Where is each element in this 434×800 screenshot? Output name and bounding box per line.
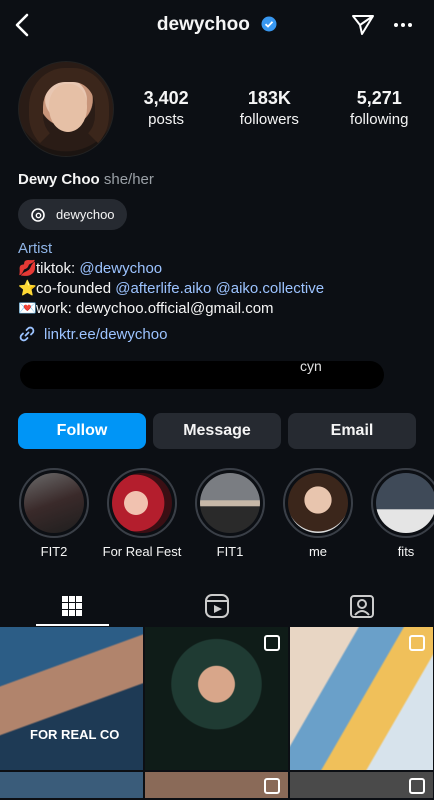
bio-text: tiktok:	[36, 260, 80, 277]
posts-count: 3,402	[143, 88, 189, 108]
post-tile[interactable]	[0, 772, 143, 798]
send-message-icon[interactable]	[350, 12, 376, 38]
bio-line-cofounded: ⭐co-founded @afterlife.aiko @aiko.collec…	[18, 279, 324, 299]
threads-link-button[interactable]: dewychoo	[18, 199, 127, 230]
carousel-icon	[409, 635, 425, 651]
post-tile[interactable]	[145, 772, 288, 798]
post-tile[interactable]	[145, 627, 288, 770]
profile-category: Artist	[18, 240, 53, 257]
followers-label: followers	[239, 111, 299, 128]
external-link[interactable]: linktr.ee/dewychoo	[18, 325, 167, 343]
story-highlights: FIT2 For Real Fest FIT1 me fits	[10, 468, 434, 559]
bio-line-work: 💌work: dewychoo.official@gmail.com	[18, 299, 324, 319]
post-tile[interactable]	[290, 627, 433, 770]
followers-stat[interactable]: 183K followers	[240, 88, 299, 128]
highlight-label: FIT1	[216, 544, 244, 559]
posts-label: posts	[148, 111, 185, 128]
highlight-me[interactable]: me	[274, 468, 362, 559]
lips-emoji-icon: 💋	[18, 260, 37, 277]
tab-tagged[interactable]	[289, 586, 434, 626]
tab-posts-grid[interactable]	[0, 586, 145, 626]
carousel-icon	[264, 778, 280, 794]
love-letter-emoji-icon: 💌	[18, 300, 37, 317]
following-label: following	[350, 111, 409, 128]
highlight-label: FIT2	[40, 544, 68, 559]
message-button[interactable]: Message	[153, 413, 281, 449]
tagged-person-icon	[349, 595, 374, 618]
highlight-label: For Real Fest	[102, 544, 182, 559]
posts-grid: FOR REAL CO	[0, 627, 434, 798]
highlight-fits[interactable]: fits	[362, 468, 434, 559]
followed-by-fragment: cyn	[300, 358, 322, 374]
profile-tabs	[0, 586, 434, 626]
highlight-fit2[interactable]: FIT2	[10, 468, 98, 559]
carousel-icon	[264, 635, 280, 651]
bio-text: work: dewychoo.official@gmail.com	[36, 300, 274, 317]
highlight-label: me	[308, 544, 328, 559]
redacted-followed-by	[20, 361, 384, 389]
top-bar: dewychoo	[0, 0, 434, 52]
following-count: 5,271	[356, 88, 402, 108]
cofounded-mentions-link[interactable]: @afterlife.aiko @aiko.collective	[115, 280, 324, 297]
reels-icon	[205, 594, 229, 618]
email-button[interactable]: Email	[288, 413, 416, 449]
bio-text: co-founded	[36, 280, 116, 297]
profile-bio: Artist 💋tiktok: @dewychoo ⭐co-founded @a…	[18, 239, 324, 319]
tab-reels[interactable]	[145, 586, 290, 626]
threads-icon	[31, 207, 45, 222]
highlight-for-real-fest[interactable]: For Real Fest	[98, 468, 186, 559]
carousel-icon	[409, 778, 425, 794]
username-title: dewychoo	[156, 14, 250, 35]
follow-button[interactable]: Follow	[18, 413, 146, 449]
profile-name-line: Dewy Choo she/her	[18, 171, 154, 188]
highlight-label: fits	[397, 544, 415, 559]
verified-badge-icon	[261, 16, 277, 32]
post-overlay-text: FOR REAL CO	[30, 727, 120, 742]
post-tile[interactable]	[290, 772, 433, 798]
profile-avatar[interactable]	[18, 61, 114, 157]
threads-handle: dewychoo	[56, 207, 115, 222]
following-stat[interactable]: 5,271 following	[350, 88, 408, 128]
star-emoji-icon: ⭐	[18, 280, 37, 297]
bio-line-tiktok: 💋tiktok: @dewychoo	[18, 259, 324, 279]
more-options-icon[interactable]	[392, 14, 414, 36]
highlight-fit1[interactable]: FIT1	[186, 468, 274, 559]
post-tile[interactable]: FOR REAL CO	[0, 627, 143, 770]
profile-stats: 3,402 posts 183K followers 5,271 followi…	[118, 88, 434, 128]
display-name: Dewy Choo	[18, 171, 100, 188]
followers-count: 183K	[247, 88, 291, 108]
profile-actions: Follow Message Email	[18, 413, 416, 449]
posts-stat[interactable]: 3,402 posts	[144, 88, 189, 128]
link-icon	[19, 326, 35, 342]
grid-icon	[62, 596, 83, 616]
external-link-text: linktr.ee/dewychoo	[44, 325, 168, 343]
tiktok-mention-link[interactable]: @dewychoo	[79, 260, 162, 277]
pronouns: she/her	[103, 171, 154, 188]
